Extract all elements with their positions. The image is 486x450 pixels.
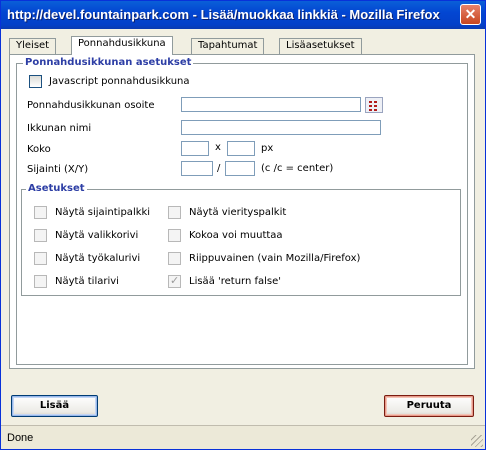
resizable-checkbox[interactable] <box>168 229 181 242</box>
popup-settings-legend: Ponnahdusikkunan asetukset <box>23 57 194 68</box>
options-fieldset: Asetukset Näytä sijaintipalkki Näytä val… <box>21 183 461 296</box>
show-menubar-checkbox[interactable] <box>34 229 47 242</box>
resizable-label: Kokoa voi muuttaa <box>189 230 283 241</box>
window-name-input[interactable] <box>181 120 381 135</box>
tab-label: Tapahtumat <box>198 40 258 51</box>
show-scrollbars-checkbox[interactable] <box>168 206 181 219</box>
tab-panel: Ponnahdusikkunan asetukset Javascript po… <box>9 54 475 369</box>
close-button[interactable]: ✕ <box>460 4 481 25</box>
position-x-input[interactable] <box>181 161 213 176</box>
status-text: Done <box>7 432 34 444</box>
tab-label: Yleiset <box>16 40 50 51</box>
position-y-input[interactable] <box>225 161 255 176</box>
position-hint: (c /c = center) <box>261 163 334 174</box>
return-false-label: Lisää 'return false' <box>189 276 282 287</box>
status-bar: Done <box>1 425 485 449</box>
show-menubar-label: Näytä valikkorivi <box>55 230 139 241</box>
tab-label: Lisäasetukset <box>286 40 355 51</box>
popup-url-input[interactable] <box>181 97 361 112</box>
position-separator: / <box>217 163 221 174</box>
tab-lisaasetukset[interactable]: Lisäasetukset <box>279 38 362 54</box>
show-statusbar-label: Näytä tilarivi <box>55 276 119 287</box>
dependent-label: Riippuvainen (vain Mozilla/Firefox) <box>189 253 361 264</box>
tab-label: Ponnahdusikkuna <box>78 38 166 49</box>
window-title: http://devel.fountainpark.com - Lisää/mu… <box>7 7 440 22</box>
dependent-checkbox[interactable] <box>168 252 181 265</box>
window-name-label: Ikkunan nimi <box>27 123 92 134</box>
show-toolbar-checkbox[interactable] <box>34 252 47 265</box>
show-location-bar-checkbox[interactable] <box>34 206 47 219</box>
height-input[interactable] <box>227 141 255 156</box>
dialog-client: Yleiset Ponnahdusikkuna Tapahtumat Lisäa… <box>4 29 482 423</box>
javascript-popup-label: Javascript ponnahdusikkuna <box>49 76 190 87</box>
javascript-popup-checkbox[interactable] <box>29 75 42 88</box>
position-label: Sijainti (X/Y) <box>27 164 89 175</box>
size-separator: x <box>215 142 221 153</box>
show-location-bar-label: Näytä sijaintipalkki <box>55 207 151 218</box>
size-unit: px <box>261 143 274 154</box>
popup-settings-fieldset: Ponnahdusikkunan asetukset Javascript po… <box>16 57 468 365</box>
browser-window: http://devel.fountainpark.com - Lisää/mu… <box>0 0 486 450</box>
tab-ponnahdusikkuna[interactable]: Ponnahdusikkuna <box>71 36 173 55</box>
insert-button[interactable]: Lisää <box>11 395 98 417</box>
tab-yleiset[interactable]: Yleiset <box>9 38 57 54</box>
options-legend: Asetukset <box>26 183 87 194</box>
show-statusbar-checkbox[interactable] <box>34 275 47 288</box>
close-icon: ✕ <box>464 6 477 22</box>
cancel-button[interactable]: Peruuta <box>384 395 474 417</box>
tab-tapahtumat[interactable]: Tapahtumat <box>191 38 265 54</box>
show-scrollbars-label: Näytä vierityspalkit <box>189 207 287 218</box>
popup-url-label: Ponnahdusikkunan osoite <box>27 100 155 111</box>
return-false-checkbox[interactable] <box>168 274 181 288</box>
title-bar[interactable]: http://devel.fountainpark.com - Lisää/mu… <box>1 1 485 29</box>
show-toolbar-label: Näytä työkalurivi <box>55 253 141 264</box>
size-label: Koko <box>27 144 51 155</box>
width-input[interactable] <box>181 141 209 156</box>
file-browser-icon[interactable] <box>365 97 383 113</box>
resize-grip-icon[interactable] <box>471 435 483 447</box>
